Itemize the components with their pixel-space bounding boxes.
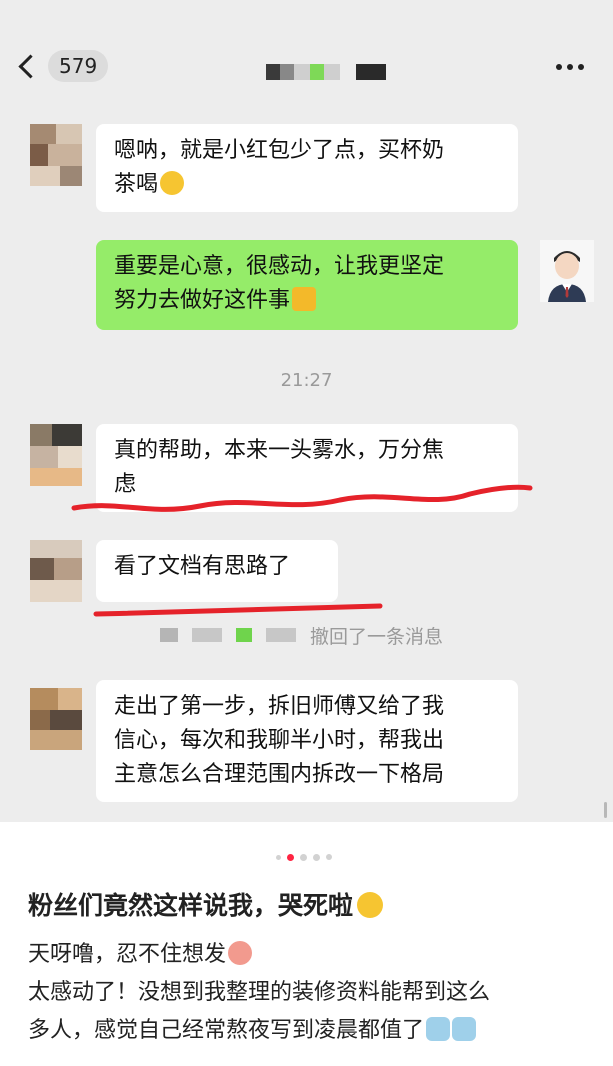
pig-face-emoji-icon	[228, 941, 253, 965]
chat-screenshot: 579 嗯呐，就是小红包少了点，买杯奶 茶喝 重要是心意，很感动，让我更坚定 努…	[0, 0, 613, 822]
scrollbar[interactable]	[604, 802, 607, 818]
recall-text: 撤回了一条消息	[310, 626, 444, 648]
post-body-line3: 多人，感觉自己经常熬夜写到凌晨都值了	[28, 1012, 598, 1050]
post-title: 粉丝们竟然这样说我，哭死啦	[28, 886, 384, 922]
message-text: 走出了第一步，拆旧师傅又给了我	[114, 694, 445, 719]
underline-1	[71, 484, 533, 512]
post-section: 粉丝们竟然这样说我，哭死啦 天呀噜，忍不住想发 太感动了！没想到我整理的装修资料…	[0, 822, 613, 1066]
crying-emoji-icon	[452, 1017, 477, 1041]
post-body: 天呀噜，忍不住想发 太感动了！没想到我整理的装修资料能帮到这么 多人，感觉自己经…	[28, 936, 598, 1050]
loudly-crying-emoji-icon	[357, 892, 384, 918]
message-text: 主意怎么合理范围内拆改一下格局	[114, 762, 445, 787]
post-text: 多人，感觉自己经常熬夜写到凌晨都值了	[28, 1018, 425, 1043]
carousel-dot-active	[287, 854, 294, 861]
avatar[interactable]	[30, 688, 82, 750]
post-text: 太感动了！没想到我整理的装修资料能帮到这么	[28, 980, 491, 1005]
underline-2	[93, 603, 383, 617]
message-bubble[interactable]: 走出了第一步，拆旧师傅又给了我 信心，每次和我聊半小时，帮我出 主意怎么合理范围…	[96, 680, 518, 802]
message-text: 信心，每次和我聊半小时，帮我出	[114, 728, 445, 753]
crying-emoji-icon	[426, 1017, 451, 1041]
post-body-line1: 天呀噜，忍不住想发	[28, 936, 598, 974]
post-text: 天呀噜，忍不住想发	[28, 942, 227, 967]
post-title-text: 粉丝们竟然这样说我，哭死啦	[28, 891, 354, 920]
